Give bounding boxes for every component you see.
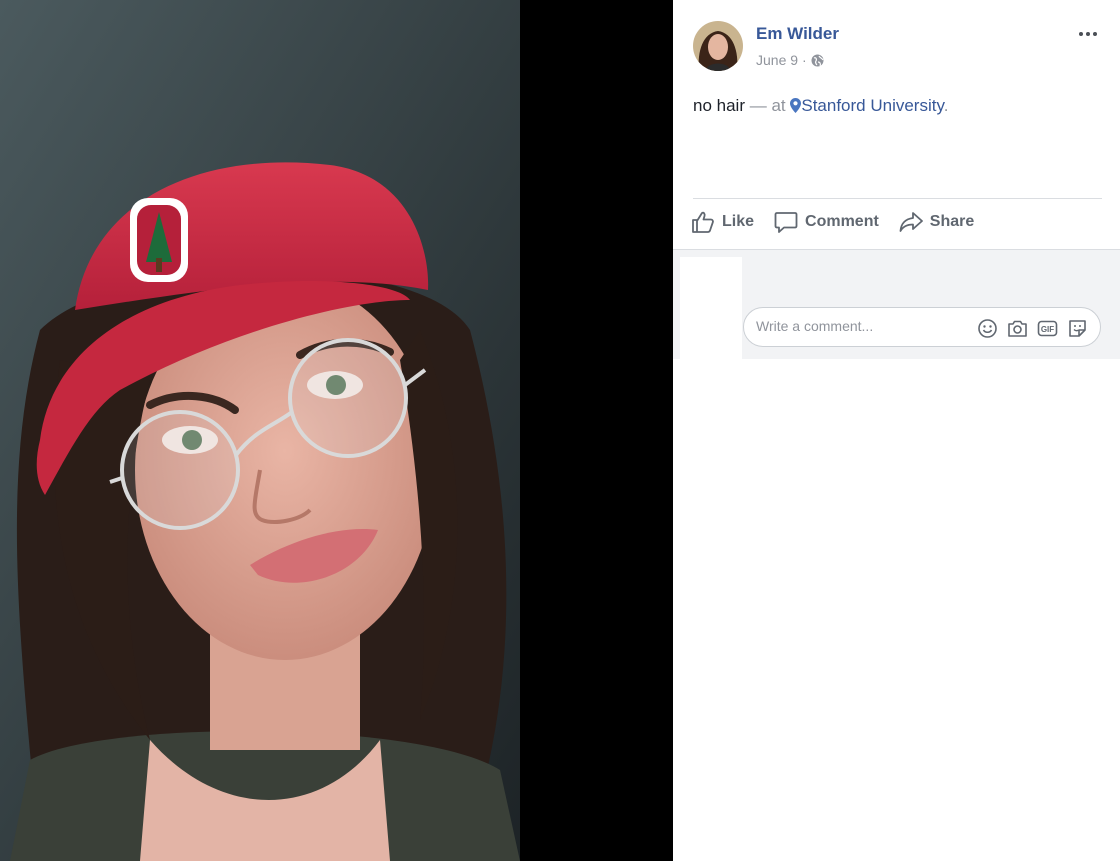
more-dot bbox=[1079, 32, 1083, 36]
divider bbox=[693, 198, 1102, 199]
comment-label: Comment bbox=[805, 213, 879, 230]
thumbs-up-icon bbox=[692, 211, 714, 233]
comment-button[interactable]: Comment bbox=[774, 210, 879, 234]
post-actions: Like Comment Share bbox=[691, 210, 974, 234]
commenter-avatar bbox=[680, 257, 742, 359]
globe-icon[interactable] bbox=[811, 54, 824, 67]
location-name[interactable]: Stanford University bbox=[801, 96, 943, 115]
share-label: Share bbox=[929, 213, 975, 230]
meta-dot: · bbox=[802, 52, 807, 68]
emoji-icon[interactable] bbox=[977, 318, 998, 339]
gif-icon-text: GIF bbox=[1041, 325, 1054, 334]
post-photo[interactable] bbox=[0, 0, 520, 861]
share-icon bbox=[899, 212, 923, 232]
like-label: Like bbox=[722, 213, 755, 230]
comment-input[interactable] bbox=[756, 318, 956, 334]
share-button[interactable]: Share bbox=[899, 210, 974, 234]
post-date[interactable]: June 9 bbox=[756, 52, 798, 68]
more-options-button[interactable] bbox=[1076, 22, 1100, 46]
comment-composer[interactable]: GIF bbox=[743, 307, 1101, 347]
caption-period: . bbox=[943, 96, 949, 115]
caption-separator: — at bbox=[749, 96, 786, 115]
avatar-image bbox=[693, 21, 743, 71]
comments-section: GIF bbox=[673, 249, 1120, 359]
gif-icon[interactable]: GIF bbox=[1037, 318, 1058, 339]
comment-icon bbox=[774, 212, 798, 233]
comment-tools: GIF bbox=[977, 318, 1088, 339]
post-meta: June 9 · bbox=[756, 52, 824, 68]
caption-text: no hair bbox=[693, 96, 745, 115]
selfie-image bbox=[0, 0, 520, 861]
camera-icon[interactable] bbox=[1007, 318, 1028, 339]
author-name[interactable]: Em Wilder bbox=[756, 24, 839, 44]
more-dot bbox=[1086, 32, 1090, 36]
location-pin-icon bbox=[790, 98, 802, 113]
post-caption: no hair — at Stanford University. bbox=[693, 96, 948, 116]
more-dot bbox=[1093, 32, 1097, 36]
sticker-icon[interactable] bbox=[1067, 318, 1088, 339]
location-link[interactable]: Stanford University. bbox=[790, 96, 948, 115]
photo-viewer bbox=[0, 0, 673, 861]
author-avatar[interactable] bbox=[693, 21, 743, 71]
like-button[interactable]: Like bbox=[691, 210, 754, 234]
post-side-panel: Em Wilder June 9 · no hair — at Stanford… bbox=[673, 0, 1120, 861]
